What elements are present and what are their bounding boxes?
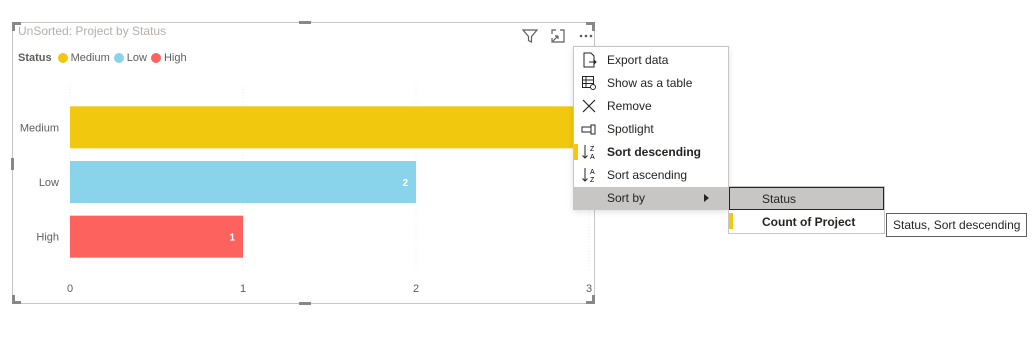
y-category-label: Medium	[20, 122, 59, 134]
spotlight-icon	[581, 121, 597, 137]
context-menu: Export data Show as a table Remove Spotl…	[573, 46, 729, 210]
submenu-item-status[interactable]: Status	[729, 187, 884, 210]
export-data-icon	[581, 52, 597, 68]
menu-item-show-as-table[interactable]: Show as a table	[574, 72, 728, 94]
x-tick-label: 1	[240, 283, 246, 295]
x-tick-label: 0	[67, 283, 73, 295]
submenu-item-label: Status	[762, 192, 797, 206]
bar-data-label: 2	[402, 178, 408, 189]
x-tick-label: 2	[413, 283, 419, 295]
menu-item-label: Export data	[607, 53, 669, 67]
menu-item-label: Sort by	[607, 191, 646, 205]
sort-by-submenu: Status Count of Project	[728, 186, 885, 234]
svg-text:A: A	[590, 154, 595, 160]
menu-item-label: Show as a table	[607, 76, 693, 90]
y-category-label: High	[36, 232, 59, 244]
menu-item-label: Sort descending	[607, 145, 702, 159]
x-tick-label: 3	[586, 283, 592, 295]
bar-data-label: 1	[229, 233, 235, 244]
bar-high[interactable]	[70, 215, 243, 258]
selected-indicator	[574, 144, 578, 160]
menu-item-label: Spotlight	[607, 122, 654, 136]
menu-item-label: Remove	[607, 99, 652, 113]
visual-container[interactable]: UnSorted: Project by Status Status Mediu…	[11, 21, 596, 305]
sort-ascending-icon: AZ	[581, 167, 597, 184]
bar-medium[interactable]	[70, 106, 589, 149]
menu-item-sort-by[interactable]: Sort by	[574, 187, 728, 209]
submenu-item-label: Count of Project	[762, 215, 856, 229]
selected-indicator	[729, 213, 733, 229]
remove-icon	[581, 98, 597, 114]
menu-item-export-data[interactable]: Export data	[574, 49, 728, 71]
menu-item-label: Sort ascending	[607, 168, 688, 182]
bar-low[interactable]	[70, 161, 416, 203]
svg-text:Z: Z	[590, 177, 595, 183]
menu-item-sort-descending[interactable]: ZA Sort descending	[574, 141, 728, 163]
show-table-icon	[581, 75, 597, 91]
submenu-arrow-icon	[704, 194, 709, 202]
svg-text:Z: Z	[590, 146, 595, 153]
menu-item-remove[interactable]: Remove	[574, 95, 728, 117]
submenu-item-count-of-project[interactable]: Count of Project	[729, 210, 884, 233]
tooltip: Status, Sort descending	[886, 213, 1028, 237]
bar-chart: 0 1 2 3 Medium Low 2 High 1	[20, 86, 592, 295]
menu-item-sort-ascending[interactable]: AZ Sort ascending	[574, 164, 728, 186]
svg-text:A: A	[590, 169, 595, 176]
menu-item-spotlight[interactable]: Spotlight	[574, 118, 728, 140]
sort-descending-icon: ZA	[581, 144, 597, 161]
y-category-label: Low	[39, 177, 59, 189]
